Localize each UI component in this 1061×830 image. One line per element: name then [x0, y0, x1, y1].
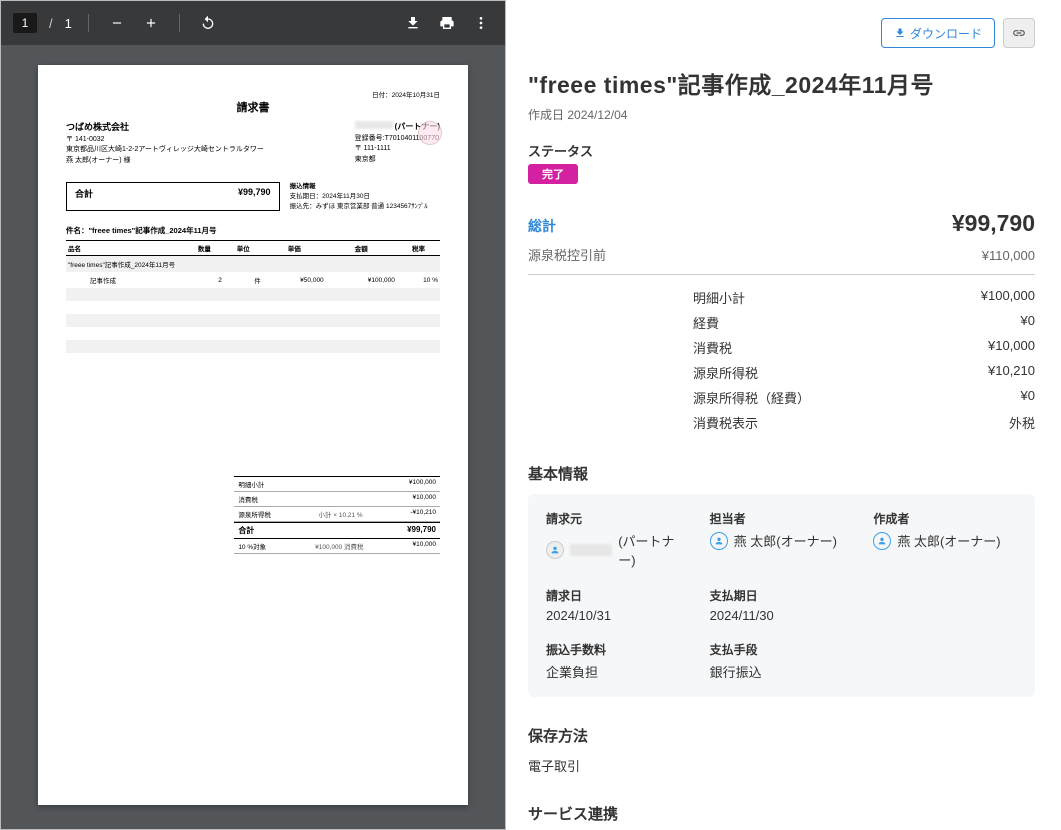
- page-separator: /: [47, 16, 55, 31]
- avatar-icon: [873, 532, 891, 550]
- created-date: 作成日 2024/12/04: [528, 106, 1035, 123]
- pre-withholding-label: 源泉税控引前: [528, 245, 606, 264]
- more-menu-button[interactable]: [469, 11, 493, 35]
- pre-withholding-value: ¥110,000: [982, 248, 1035, 263]
- download-button[interactable]: ダウンロード: [881, 18, 995, 48]
- basic-info-card: 請求元 (パートナー) 担当者 燕 太郎(オーナー) 作成者 燕 太郎(オーナー…: [528, 494, 1035, 697]
- seal-icon: [418, 121, 442, 145]
- link-icon: [1012, 26, 1026, 40]
- rotate-button[interactable]: [196, 11, 220, 35]
- download-icon: [894, 27, 906, 39]
- zoom-out-button[interactable]: [105, 11, 129, 35]
- download-pdf-button[interactable]: [401, 11, 425, 35]
- total-value: ¥99,790: [952, 210, 1035, 237]
- pdf-page: 日付：2024年10月31日 請求書 つばめ株式会社 〒 141-0032 東京…: [38, 65, 468, 805]
- page-title: "freee times"記事作成_2024年11月号: [528, 66, 1035, 100]
- detail-panel: ダウンロード "freee times"記事作成_2024年11月号 作成日 2…: [506, 0, 1061, 830]
- print-button[interactable]: [435, 11, 459, 35]
- integration-heading: サービス連携: [528, 803, 1035, 824]
- total-label: 総計: [528, 216, 556, 236]
- basic-info-heading: 基本情報: [528, 463, 1035, 484]
- breakdown-list: 明細小計¥100,000 経費¥0 消費税¥10,000 源泉所得税¥10,21…: [528, 285, 1035, 435]
- page-current-input[interactable]: 1: [13, 13, 37, 33]
- avatar-icon: [710, 532, 728, 550]
- zoom-in-button[interactable]: [139, 11, 163, 35]
- link-button[interactable]: [1003, 18, 1035, 48]
- storage-heading: 保存方法: [528, 725, 1035, 746]
- avatar-icon: [546, 541, 564, 559]
- page-total: 1: [65, 16, 72, 31]
- pdf-toolbar: 1 / 1: [1, 1, 505, 45]
- status-label: ステータス: [528, 141, 1035, 160]
- status-badge: 完了: [528, 164, 578, 184]
- pdf-doc-title: 請求書: [66, 99, 440, 115]
- storage-value: 電子取引: [528, 756, 1035, 775]
- pdf-viewer: 1 / 1 日付：2024年10月31日 請求書 つばめ株式会社 〒 141-0…: [0, 0, 506, 830]
